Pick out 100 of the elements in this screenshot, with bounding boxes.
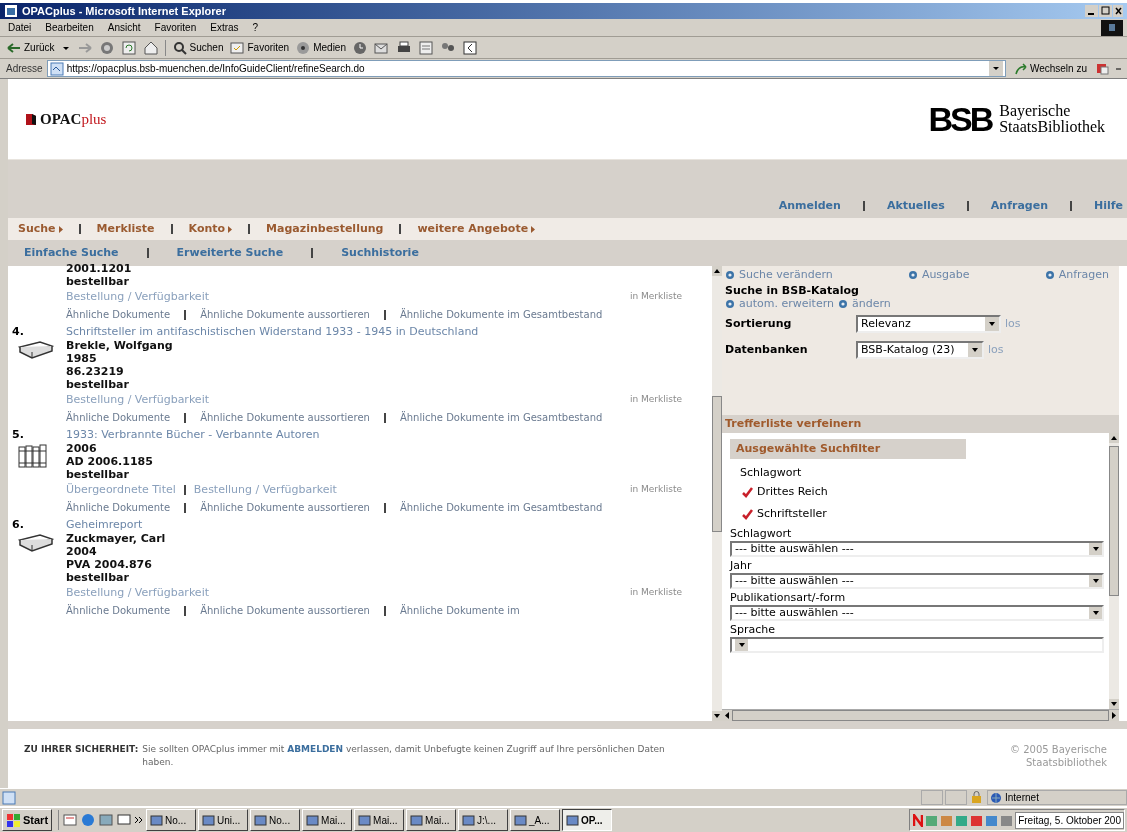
similar-documents-link[interactable]: Ähnliche Dokumente aussortieren xyxy=(200,605,370,617)
scroll-up-button[interactable] xyxy=(712,266,722,276)
browser-icon[interactable] xyxy=(80,812,97,828)
taskbar-button[interactable]: Mai... xyxy=(302,809,353,831)
history-icon[interactable] xyxy=(352,39,368,56)
result-link[interactable]: Bestellung / Verfügbarkeit xyxy=(66,586,209,600)
window-icon xyxy=(254,813,268,827)
result-title-link[interactable]: Geheimreport xyxy=(66,518,143,532)
merkliste-link[interactable]: in Merkliste xyxy=(629,586,682,600)
result-link[interactable]: Bestellung / Verfügbarkeit xyxy=(66,393,209,407)
result-title-link[interactable]: 1933: Verbrannte Bücher - Verbannte Autoren xyxy=(66,428,320,442)
dropdown[interactable]: BSB-Katalog (23) xyxy=(856,341,984,359)
similar-documents-link[interactable]: Ähnliche Dokumente im Gesamtbestand xyxy=(399,502,603,514)
stop-icon[interactable] xyxy=(98,39,115,56)
home-icon[interactable] xyxy=(142,39,159,56)
close-button[interactable] xyxy=(1113,5,1123,17)
dropdown[interactable]: Relevanz xyxy=(856,315,1001,333)
main-nav-link[interactable]: Suche xyxy=(18,220,63,238)
toolbar-button[interactable]: Zurück xyxy=(6,39,55,56)
panel-tab-link[interactable]: Anfragen xyxy=(1058,266,1109,284)
caret-icon xyxy=(1089,575,1102,587)
search-option-link[interactable]: autom. erweitern xyxy=(739,295,834,313)
result-link[interactable]: Bestellung / Verfügbarkeit xyxy=(193,483,337,497)
refresh-icon[interactable] xyxy=(120,39,137,56)
main-nav-link[interactable]: Merkliste xyxy=(96,220,155,238)
similar-documents-link[interactable]: Ähnliche Dokumente xyxy=(66,412,171,424)
sub-nav-link[interactable]: Suchhistorie xyxy=(341,244,419,262)
taskbar-button[interactable]: _A... xyxy=(510,809,561,831)
window-icon xyxy=(358,813,372,827)
similar-documents-link[interactable]: Ähnliche Dokumente xyxy=(66,309,171,321)
dropdown[interactable]: --- bitte auswählen --- xyxy=(730,605,1104,621)
checkmark-icon[interactable] xyxy=(742,486,753,498)
result-title-link[interactable]: Schriftsteller im antifaschistischen Widerstand 1933 - 1945 in Deutschland xyxy=(66,325,479,339)
taskbar-button[interactable]: Mai... xyxy=(354,809,405,831)
panel-tab-link[interactable]: Ausgabe xyxy=(921,266,970,284)
scroll-up-button[interactable] xyxy=(1109,433,1119,443)
merkliste-link[interactable]: in Merkliste xyxy=(629,483,682,497)
toolbar-button[interactable]: Suchen xyxy=(171,39,224,56)
similar-documents-link[interactable]: Ähnliche Dokumente aussortieren xyxy=(200,412,370,424)
menu-item[interactable]: Extras xyxy=(210,20,239,35)
main-nav-link[interactable]: weitere Angebote xyxy=(417,220,536,238)
start-button[interactable]: Start xyxy=(2,809,53,831)
chevron-icon[interactable] xyxy=(134,815,145,825)
sub-nav-link[interactable]: Einfache Suche xyxy=(24,244,119,262)
notepad-icon[interactable] xyxy=(62,812,79,828)
panel-tab-link[interactable]: Suche verändern xyxy=(739,266,833,284)
main-nav-link[interactable]: Konto xyxy=(188,220,233,238)
tray-icon[interactable] xyxy=(970,813,984,827)
merkliste-link[interactable]: in Merkliste xyxy=(629,393,682,407)
toolbar-button[interactable]: Favoriten xyxy=(229,39,290,56)
sub-nav-link[interactable]: Erweiterte Suche xyxy=(176,244,284,262)
top-nav-link[interactable]: Anfragen xyxy=(990,197,1048,214)
result-detail: bestellbar xyxy=(66,275,129,288)
similar-documents-link[interactable]: Ähnliche Dokumente aussortieren xyxy=(200,502,370,514)
minimize-button[interactable] xyxy=(1085,5,1098,17)
address-field[interactable]: https://opacplus.bsb-muenchen.de/InfoGuideClient/refineSearch.do xyxy=(46,60,1006,77)
similar-documents-link[interactable]: Ähnliche Dokumente xyxy=(66,502,171,514)
window-icon[interactable] xyxy=(116,812,133,828)
result-link[interactable]: Bestellung / Verfügbarkeit xyxy=(66,290,209,304)
taskbar-button[interactable]: J:\... xyxy=(458,809,509,831)
similar-documents-link[interactable]: Ähnliche Dokumente aussortieren xyxy=(200,309,370,321)
menu-item[interactable]: Favoriten xyxy=(154,20,197,35)
dropdown[interactable] xyxy=(730,637,1104,653)
taskbar-button[interactable]: OP... xyxy=(562,809,613,831)
scrollbar[interactable] xyxy=(1109,433,1119,709)
dropdown[interactable]: --- bitte auswählen --- xyxy=(730,573,1104,589)
result-detail: AD 2006.1185 xyxy=(66,455,153,468)
scrollbar-thumb[interactable] xyxy=(712,396,722,532)
scrollbar-thumb[interactable] xyxy=(1109,446,1119,596)
tray-icon[interactable] xyxy=(1000,813,1014,827)
similar-documents-link[interactable]: Ähnliche Dokumente im xyxy=(399,605,520,617)
merkliste-link[interactable]: in Merkliste xyxy=(629,290,682,304)
menu-item[interactable]: ? xyxy=(252,20,259,35)
menu-item[interactable]: Datei xyxy=(8,20,32,35)
result-link[interactable]: Übergeordnete Titel xyxy=(66,483,176,497)
taskbar-button[interactable]: No... xyxy=(146,809,197,831)
scroll-down-button[interactable] xyxy=(1109,699,1119,709)
dropdown[interactable]: --- bitte auswählen --- xyxy=(730,541,1104,557)
taskbar-button[interactable]: No... xyxy=(250,809,301,831)
filter-value: Drittes Reich xyxy=(757,483,828,500)
scroll-right-button[interactable] xyxy=(1109,710,1119,721)
tray-icon[interactable] xyxy=(985,813,999,827)
main-nav-link[interactable]: Magazinbestellung xyxy=(266,220,384,238)
document-icon[interactable] xyxy=(418,39,434,56)
top-nav-link[interactable]: Anmelden xyxy=(778,197,841,214)
checkmark-icon[interactable] xyxy=(742,508,753,520)
search-option-link[interactable]: ändern xyxy=(851,295,891,313)
top-nav-link[interactable]: Hilfe xyxy=(1094,197,1123,214)
taskbar-button[interactable]: Mai... xyxy=(406,809,457,831)
go-button[interactable]: Wechseln zu xyxy=(1009,61,1091,76)
similar-documents-link[interactable]: Ähnliche Dokumente im Gesamtbestand xyxy=(399,309,603,321)
opacplus-logo[interactable]: OPACplus xyxy=(40,107,107,131)
similar-documents-link[interactable]: Ähnliche Dokumente im Gesamtbestand xyxy=(399,412,603,424)
similar-documents-link[interactable]: Ähnliche Dokumente xyxy=(66,605,171,617)
top-nav-link[interactable]: Aktuelles xyxy=(886,197,945,214)
toolbar-button[interactable]: Medien xyxy=(295,39,346,56)
menu-item[interactable]: Bearbeiten xyxy=(45,20,94,35)
taskbar-button[interactable]: Uni... xyxy=(198,809,249,831)
maximize-button[interactable] xyxy=(1099,5,1112,17)
menu-item[interactable]: Ansicht xyxy=(107,20,141,35)
